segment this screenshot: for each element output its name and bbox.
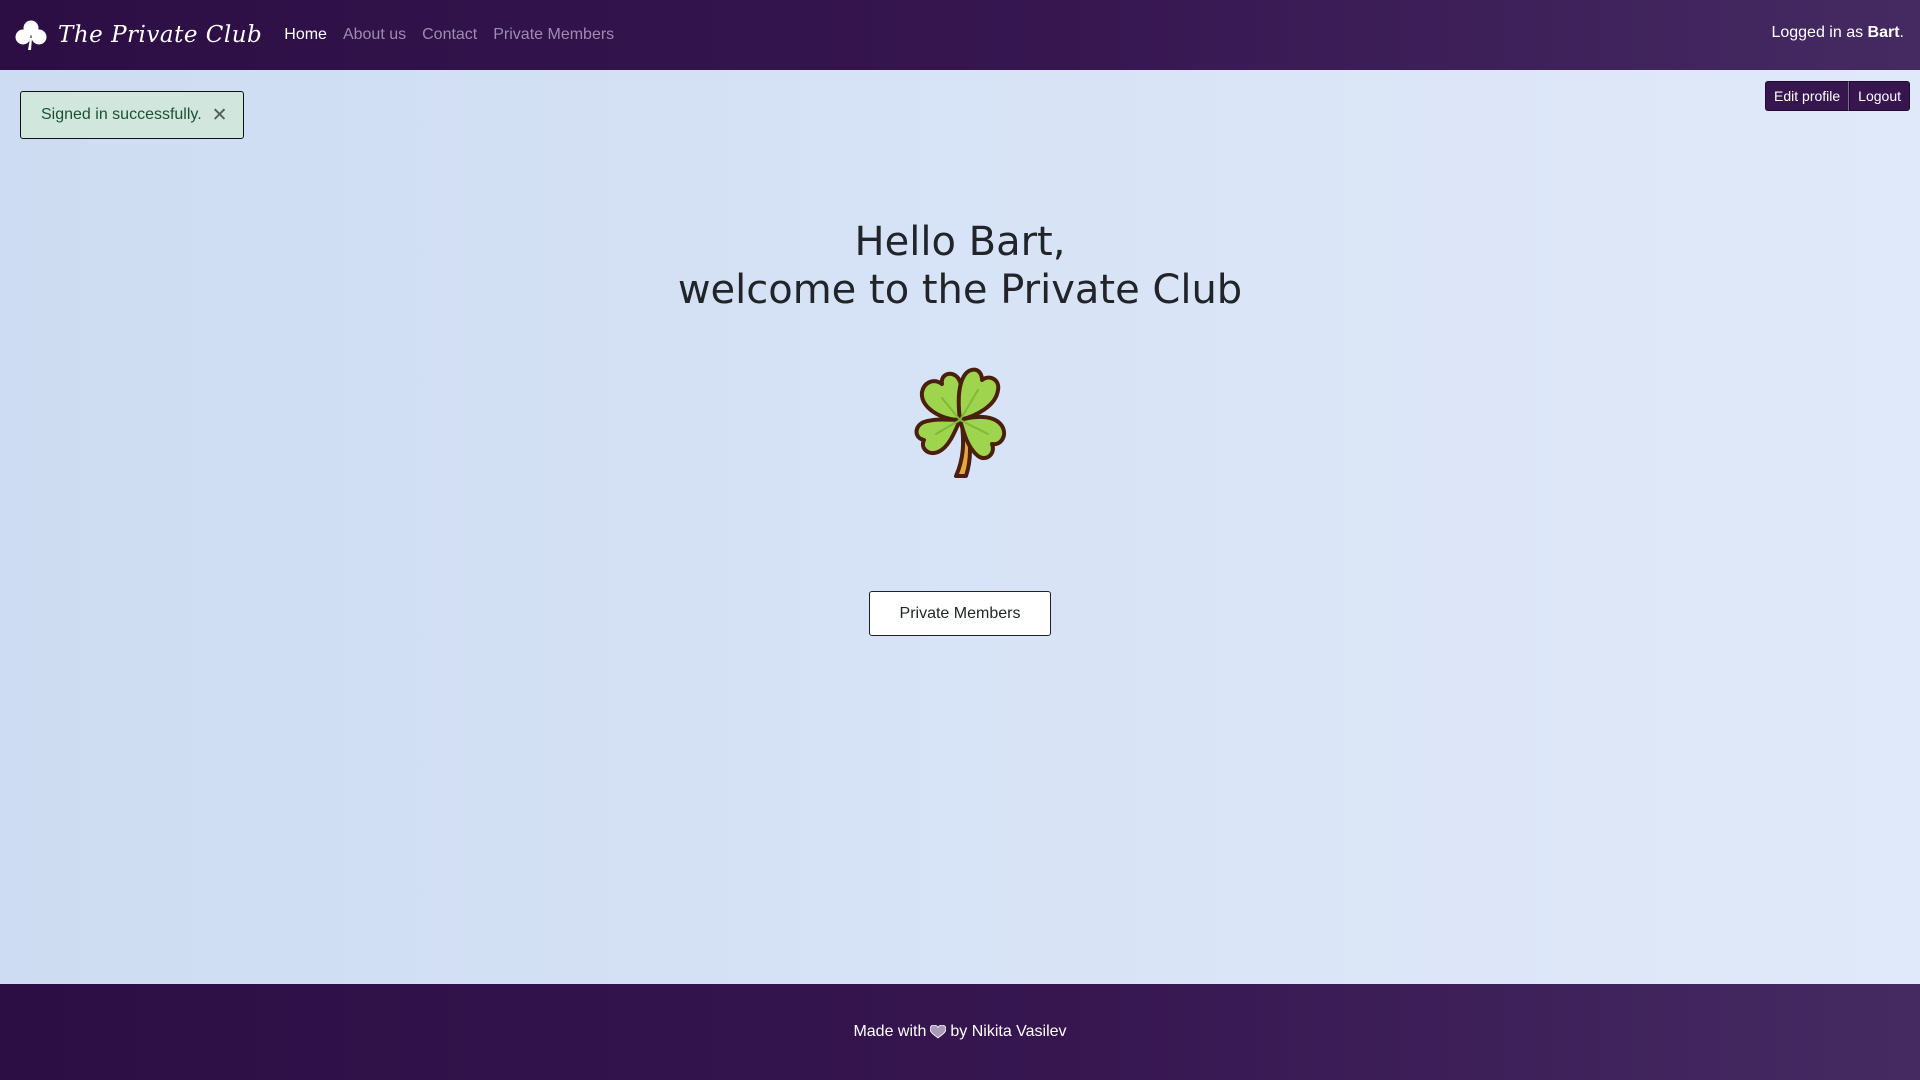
nav-link-home[interactable]: Home bbox=[284, 26, 327, 44]
welcome-line: welcome to the Private Club bbox=[677, 267, 1243, 313]
private-members-button[interactable]: Private Members bbox=[869, 591, 1051, 636]
close-icon[interactable]: ✕ bbox=[212, 106, 228, 125]
nav-link-about-us[interactable]: About us bbox=[343, 26, 406, 44]
nav-link-private-members[interactable]: Private Members bbox=[493, 26, 614, 44]
alert-message: Signed in successfully. bbox=[41, 106, 202, 123]
four-leaf-clover-icon bbox=[914, 367, 1007, 478]
nav-link-contact[interactable]: Contact bbox=[422, 26, 477, 44]
brand-link[interactable]: The Private Club bbox=[14, 18, 262, 52]
logged-in-prefix: Logged in as bbox=[1771, 24, 1868, 41]
logged-in-suffix: . bbox=[1899, 24, 1904, 41]
greeting-line: Hello Bart, bbox=[854, 219, 1066, 265]
logged-in-status: Logged in as Bart. bbox=[1771, 24, 1904, 42]
top-navbar: The Private Club Home About us Contact P… bbox=[0, 0, 1920, 70]
footer-made-with: Made with bbox=[853, 1023, 927, 1040]
clover-icon bbox=[15, 20, 47, 50]
page-footer: Made with by Nikita Vasilev bbox=[0, 984, 1920, 1080]
brand-name: The Private Club bbox=[58, 22, 263, 48]
footer-author: by Nikita Vasilev bbox=[950, 1023, 1067, 1040]
main-nav: Home About us Contact Private Members bbox=[284, 26, 630, 44]
logged-in-username: Bart bbox=[1867, 24, 1900, 41]
page-title: Hello Bart, welcome to the Private Club bbox=[0, 218, 1920, 314]
edit-profile-button[interactable]: Edit profile bbox=[1765, 81, 1850, 111]
logout-button[interactable]: Logout bbox=[1849, 81, 1910, 111]
success-alert: Signed in successfully. ✕ bbox=[20, 91, 244, 139]
heart-icon bbox=[930, 1025, 947, 1039]
account-button-group: Edit profile Logout bbox=[1765, 81, 1910, 111]
